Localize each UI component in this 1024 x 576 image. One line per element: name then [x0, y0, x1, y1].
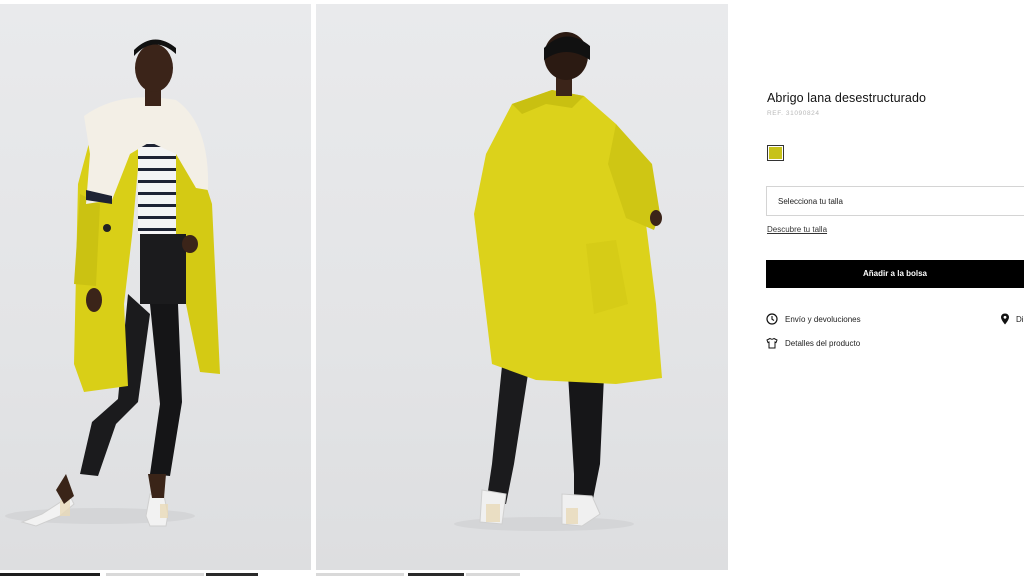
tshirt-icon	[766, 337, 778, 349]
product-photo-front[interactable]	[0, 4, 311, 570]
store-availability-label: Di	[1016, 315, 1024, 324]
shipping-returns-label: Envío y devoluciones	[785, 315, 861, 324]
model-front-illustration	[5, 39, 220, 527]
add-to-bag-button[interactable]: Añadir a la bolsa	[766, 260, 1024, 288]
size-selector[interactable]: Selecciona tu talla	[766, 186, 1024, 216]
clock-icon	[766, 313, 778, 325]
product-photo-back[interactable]	[316, 4, 728, 570]
product-reference: REF. 31090824	[767, 110, 820, 117]
product-info-panel: Abrigo lana desestructurado REF. 3109082…	[728, 0, 1024, 576]
model-back-illustration	[454, 32, 662, 531]
add-to-bag-label: Añadir a la bolsa	[862, 269, 928, 278]
thumbnail-strip	[0, 571, 728, 576]
product-title: Abrigo lana desestructurado	[767, 91, 927, 105]
color-swatch-fill	[769, 147, 782, 159]
size-selector-placeholder: Selecciona tu talla	[778, 197, 843, 206]
product-details-label: Detalles del producto	[785, 339, 861, 348]
size-guide-link[interactable]: Descubre tu talla	[767, 225, 827, 234]
color-swatch[interactable]	[767, 145, 784, 161]
map-pin-icon	[1001, 313, 1009, 325]
